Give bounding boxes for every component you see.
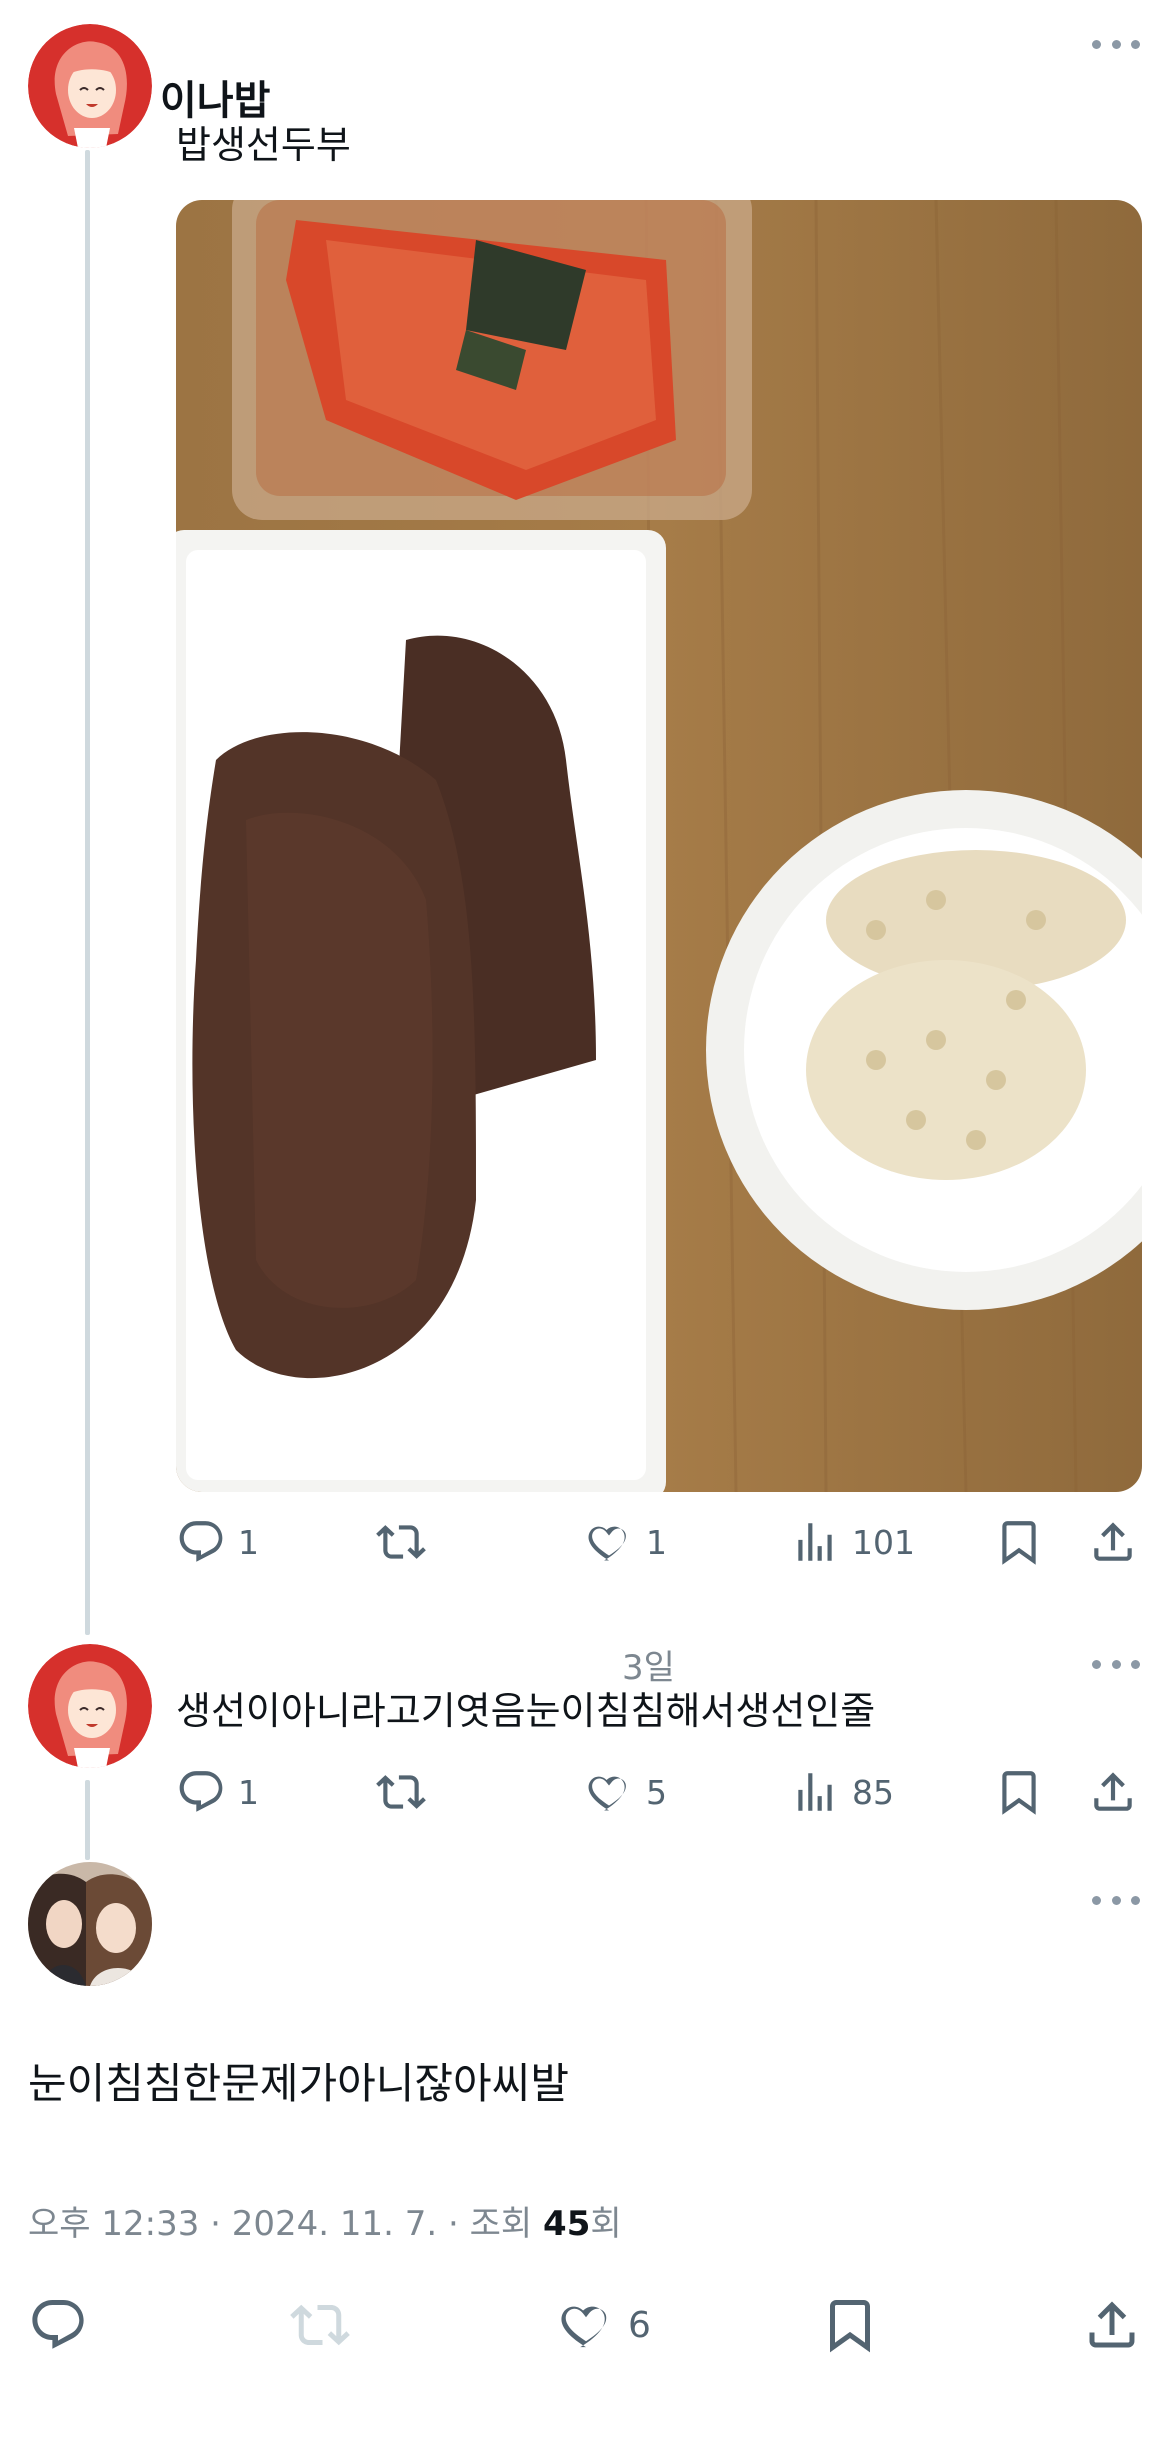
- view-count: 45: [543, 2204, 591, 2244]
- like-button[interactable]: 6: [556, 2290, 651, 2360]
- like-button[interactable]: 1: [584, 1512, 667, 1572]
- views-count: 85: [852, 1772, 894, 1812]
- share-icon: [1088, 1517, 1138, 1567]
- like-count: 1: [646, 1522, 667, 1562]
- avatar[interactable]: [28, 24, 152, 148]
- retweet-icon: [376, 1517, 426, 1567]
- bookmark-button[interactable]: [994, 1762, 1044, 1822]
- like-icon: [584, 1517, 634, 1567]
- views-button[interactable]: 85: [790, 1762, 894, 1822]
- views-button[interactable]: 101: [790, 1512, 915, 1572]
- like-icon: [556, 2295, 616, 2355]
- bookmark-icon: [994, 1517, 1044, 1567]
- thread-line: [85, 150, 90, 1635]
- avatar[interactable]: [28, 1862, 152, 1986]
- like-button[interactable]: 5: [584, 1762, 667, 1822]
- bookmark-button[interactable]: [820, 2290, 880, 2360]
- thread-line: [85, 1780, 90, 1860]
- retweet-button[interactable]: [376, 1762, 426, 1822]
- bookmark-icon: [820, 2295, 880, 2355]
- more-icon[interactable]: [1092, 1654, 1140, 1674]
- views-icon: [790, 1517, 840, 1567]
- reply-count: 1: [238, 1772, 259, 1812]
- share-icon: [1082, 2295, 1142, 2355]
- more-icon[interactable]: [1092, 1890, 1140, 1910]
- like-count: 6: [628, 2304, 651, 2346]
- reply-button[interactable]: 1: [176, 1512, 259, 1572]
- like-icon: [584, 1767, 634, 1817]
- reply-count: 1: [238, 1522, 259, 1562]
- views-icon: [790, 1767, 840, 1817]
- main-post-text: 눈이침침한문제가아니잖아씨발: [28, 2059, 569, 2108]
- avatar[interactable]: [28, 1644, 152, 1768]
- reply-icon: [28, 2295, 88, 2355]
- retweet-icon: [376, 1767, 426, 1817]
- post-text: 밥생선두부: [176, 123, 351, 167]
- post-text: 생선이아니라고기엿음눈이침침해서생선인줄: [176, 1689, 876, 1733]
- share-button[interactable]: [1082, 2290, 1142, 2360]
- post-image[interactable]: [176, 200, 1142, 1492]
- post-actions: 1 5 85: [176, 1762, 1140, 1822]
- retweet-button[interactable]: [290, 2290, 350, 2360]
- post-timestamp[interactable]: 오후 12:33 · 2024. 11. 7. · 조회: [28, 2204, 543, 2244]
- bookmark-button[interactable]: [994, 1512, 1044, 1572]
- author-name[interactable]: 이나밥: [160, 68, 270, 126]
- post-time[interactable]: 3일: [622, 1640, 675, 1689]
- share-button[interactable]: [1088, 1762, 1138, 1822]
- author-name-text[interactable]: 이나밥: [160, 78, 270, 124]
- reply-icon: [176, 1767, 226, 1817]
- post-meta: 오후 12:33 · 2024. 11. 7. · 조회 45회: [28, 2196, 622, 2245]
- share-button[interactable]: [1088, 1512, 1138, 1572]
- reply-icon: [176, 1517, 226, 1567]
- retweet-icon: [290, 2295, 350, 2355]
- retweet-button[interactable]: [376, 1512, 426, 1572]
- bookmark-icon: [994, 1767, 1044, 1817]
- share-icon: [1088, 1767, 1138, 1817]
- post-actions: 1 1 101: [176, 1512, 1140, 1572]
- main-post-actions: 6: [0, 2290, 1170, 2360]
- more-icon[interactable]: [1092, 34, 1140, 54]
- view-count-suffix: 회: [590, 2204, 622, 2244]
- reply-button[interactable]: 1: [176, 1762, 259, 1822]
- reply-button[interactable]: [28, 2290, 88, 2360]
- views-count: 101: [852, 1522, 915, 1562]
- like-count: 5: [646, 1772, 667, 1812]
